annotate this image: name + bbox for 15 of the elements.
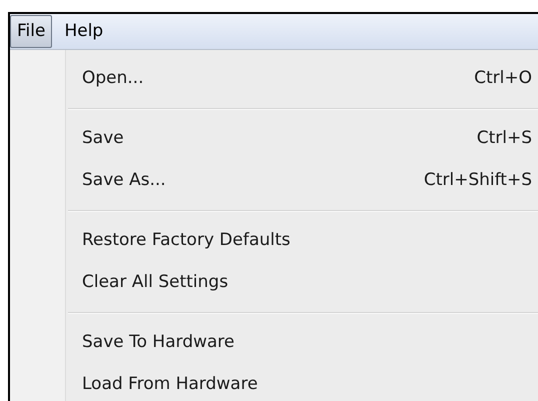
menu-item[interactable]: Load From Hardware (10, 364, 538, 401)
menu-item[interactable]: Clear All Settings (10, 262, 538, 304)
shortcut-text: Ctrl+O (474, 67, 532, 90)
menu-item-label: Save (82, 127, 124, 150)
menu-item[interactable]: Save To Hardware (10, 322, 538, 364)
menu-item[interactable]: Restore Factory Defaults (10, 220, 538, 262)
menu-bar-item[interactable]: File (10, 15, 52, 48)
menu-item-label: Save As... (82, 169, 166, 192)
menu-item[interactable]: Save As... Ctrl+Shift+S (10, 160, 538, 202)
menu-item[interactable]: Open... Ctrl+O (10, 58, 538, 100)
menu-item-label: Open... (82, 67, 144, 90)
shortcut-text: Ctrl+S (476, 127, 532, 150)
menu-bar-item[interactable]: Help (52, 14, 116, 49)
menu-item[interactable]: Save Ctrl+S (10, 118, 538, 160)
shortcut-text: Ctrl+Shift+S (424, 169, 532, 192)
